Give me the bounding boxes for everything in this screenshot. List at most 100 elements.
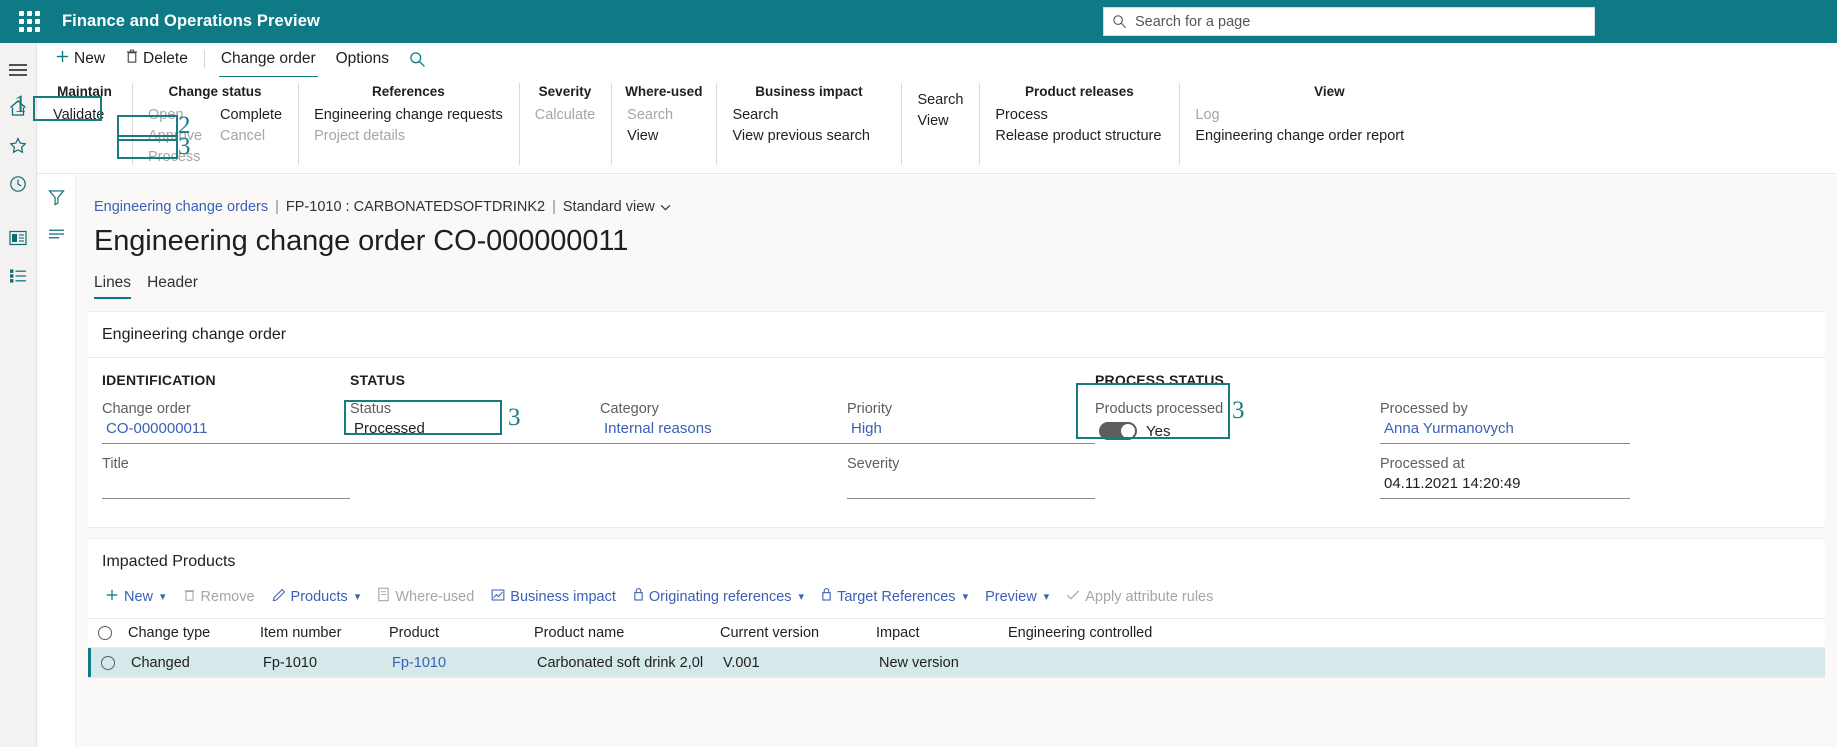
ribbon-button-release-product-structure[interactable]: Release product structure: [993, 126, 1163, 146]
ribbon-group-references: References Engineering change requests P…: [298, 77, 519, 173]
command-search-icon[interactable]: [399, 47, 436, 72]
grid-remove-label: Remove: [200, 588, 255, 605]
category-input[interactable]: Internal reasons: [600, 419, 847, 444]
chevron-down-icon: ▾: [798, 591, 805, 603]
app-window: Finance and Operations Preview Search fo…: [0, 0, 1837, 747]
filter-icon[interactable]: [47, 189, 65, 211]
ribbon-group-title: Business impact: [755, 84, 863, 99]
new-button[interactable]: New: [45, 45, 115, 73]
ribbon-button-release-process[interactable]: Process: [993, 105, 1163, 125]
grid-where-used-label: Where-used: [395, 588, 475, 605]
column-header-current-version[interactable]: Current version: [714, 625, 870, 641]
row-select-radio[interactable]: [91, 655, 125, 670]
ribbon-button-view[interactable]: View: [915, 111, 965, 131]
ribbon-button-whereused-search[interactable]: Search: [625, 105, 675, 125]
tab-options[interactable]: Options: [326, 46, 399, 72]
column-header-engineering-controlled[interactable]: Engineering controlled: [1002, 625, 1302, 641]
grid-originating-references-button[interactable]: Originating references ▾: [626, 584, 811, 609]
impacted-products-title[interactable]: Impacted Products: [88, 539, 1825, 584]
ribbon-group-search: Search View: [901, 77, 979, 173]
grid-business-impact-button[interactable]: Business impact: [484, 585, 623, 609]
tab-change-order[interactable]: Change order: [211, 46, 326, 78]
clock-icon[interactable]: [0, 165, 37, 203]
grid-target-references-label: Target References: [837, 588, 956, 605]
ribbon-button-project-details[interactable]: Project details: [312, 126, 505, 146]
field-group-status: STATUS Status Processed: [350, 372, 600, 511]
ribbon-button-calculate[interactable]: Calculate: [533, 105, 597, 125]
workspaces-icon[interactable]: [0, 219, 37, 257]
search-icon: [1112, 14, 1127, 29]
eco-fasttab-title[interactable]: Engineering change order: [88, 312, 1825, 358]
page-content: Engineering change orders | FP-1010 : CA…: [76, 175, 1837, 747]
grid-products-button[interactable]: Products ▾: [265, 585, 368, 609]
ribbon-action-pane: Maintain Validate Change status Open App…: [37, 77, 1837, 174]
grid-originating-references-label: Originating references: [648, 588, 792, 605]
priority-input[interactable]: High: [847, 419, 1095, 444]
breadcrumb-link-eco-list[interactable]: Engineering change orders: [94, 199, 268, 215]
column-header-product-name[interactable]: Product name: [528, 625, 714, 641]
global-search-box[interactable]: [1103, 7, 1595, 36]
grid-preview-button[interactable]: Preview ▾: [978, 586, 1056, 608]
grid-header-row: Change type Item number Product Product …: [88, 619, 1825, 648]
grid-remove-button[interactable]: Remove: [176, 585, 262, 609]
ribbon-group-view: View Log Engineering change order report: [1179, 77, 1479, 173]
command-bar: New Delete Change order Options: [37, 43, 1837, 78]
grid-where-used-button[interactable]: Where-used: [370, 584, 481, 609]
ribbon-button-whereused-view[interactable]: View: [625, 126, 675, 146]
ribbon-group-product-releases: Product releases Process Release product…: [979, 77, 1179, 173]
top-navigation-bar: Finance and Operations Preview: [0, 0, 1837, 43]
view-selector[interactable]: Standard view: [563, 199, 671, 215]
grid-target-references-button[interactable]: Target References ▾: [814, 584, 975, 609]
breadcrumb-separator: |: [275, 199, 279, 215]
field-group-category: Category Internal reasons: [600, 372, 847, 511]
change-order-input[interactable]: CO-000000011: [102, 419, 350, 444]
star-icon[interactable]: [0, 127, 37, 165]
page-side-rail: [37, 175, 76, 747]
check-icon: [1066, 589, 1080, 605]
ribbon-group-title: References: [372, 84, 445, 99]
field-processed-at: Processed at 04.11.2021 14:20:49: [1380, 456, 1630, 499]
ribbon-group-title: [915, 77, 965, 90]
select-all-radio[interactable]: [88, 626, 122, 640]
ribbon-button-log[interactable]: Log: [1193, 105, 1406, 125]
severity-input[interactable]: [847, 474, 1095, 499]
column-header-impact[interactable]: Impact: [870, 625, 1002, 641]
modules-icon[interactable]: [0, 257, 37, 295]
tab-header[interactable]: Header: [147, 274, 198, 299]
breadcrumb-record: FP-1010 : CARBONATEDSOFTDRINK2: [285, 199, 546, 215]
column-header-product[interactable]: Product: [383, 625, 528, 641]
tab-lines[interactable]: Lines: [94, 274, 132, 299]
ribbon-button-complete[interactable]: Complete: [218, 105, 284, 125]
ribbon-button-cancel[interactable]: Cancel: [218, 126, 284, 146]
grid-preview-label: Preview: [985, 588, 1037, 605]
search-input[interactable]: [1133, 12, 1586, 31]
delete-button[interactable]: Delete: [115, 45, 198, 73]
ribbon-button-impact-view-previous-search[interactable]: View previous search: [730, 126, 872, 146]
hamburger-icon[interactable]: [0, 51, 37, 89]
chevron-down-icon: [660, 199, 671, 215]
table-row[interactable]: Changed Fp-1010 Fp-1010 Carbonated soft …: [88, 648, 1825, 677]
field-label: Processed by: [1380, 401, 1468, 417]
processed-at-input[interactable]: 04.11.2021 14:20:49: [1380, 474, 1630, 499]
chevron-down-icon: ▾: [160, 591, 166, 603]
link-icon: [821, 587, 832, 606]
cell-product[interactable]: Fp-1010: [386, 655, 531, 671]
list-view-icon[interactable]: [48, 227, 65, 246]
ribbon-button-eco-report[interactable]: Engineering change order report: [1193, 126, 1406, 146]
grid-new-button[interactable]: New ▾: [98, 585, 173, 609]
title-input[interactable]: [102, 474, 350, 499]
ribbon-button-impact-search[interactable]: Search: [730, 105, 872, 125]
ribbon-button-search[interactable]: Search: [915, 90, 965, 110]
column-header-item-number[interactable]: Item number: [254, 625, 383, 641]
field-label: Processed at: [1380, 456, 1465, 472]
command-separator: [203, 50, 205, 68]
processed-by-input[interactable]: Anna Yurmanovych: [1380, 419, 1630, 444]
column-header-change-type[interactable]: Change type: [122, 625, 254, 641]
grid-apply-attribute-rules-button[interactable]: Apply attribute rules: [1059, 586, 1220, 608]
app-launcher-icon[interactable]: [10, 11, 48, 32]
field-label: Priority: [847, 401, 893, 417]
status-section-label: STATUS: [350, 372, 406, 388]
ribbon-button-engineering-change-requests[interactable]: Engineering change requests: [312, 105, 505, 125]
category-section-label: [600, 372, 847, 389]
cell-item-number: Fp-1010: [263, 654, 318, 671]
